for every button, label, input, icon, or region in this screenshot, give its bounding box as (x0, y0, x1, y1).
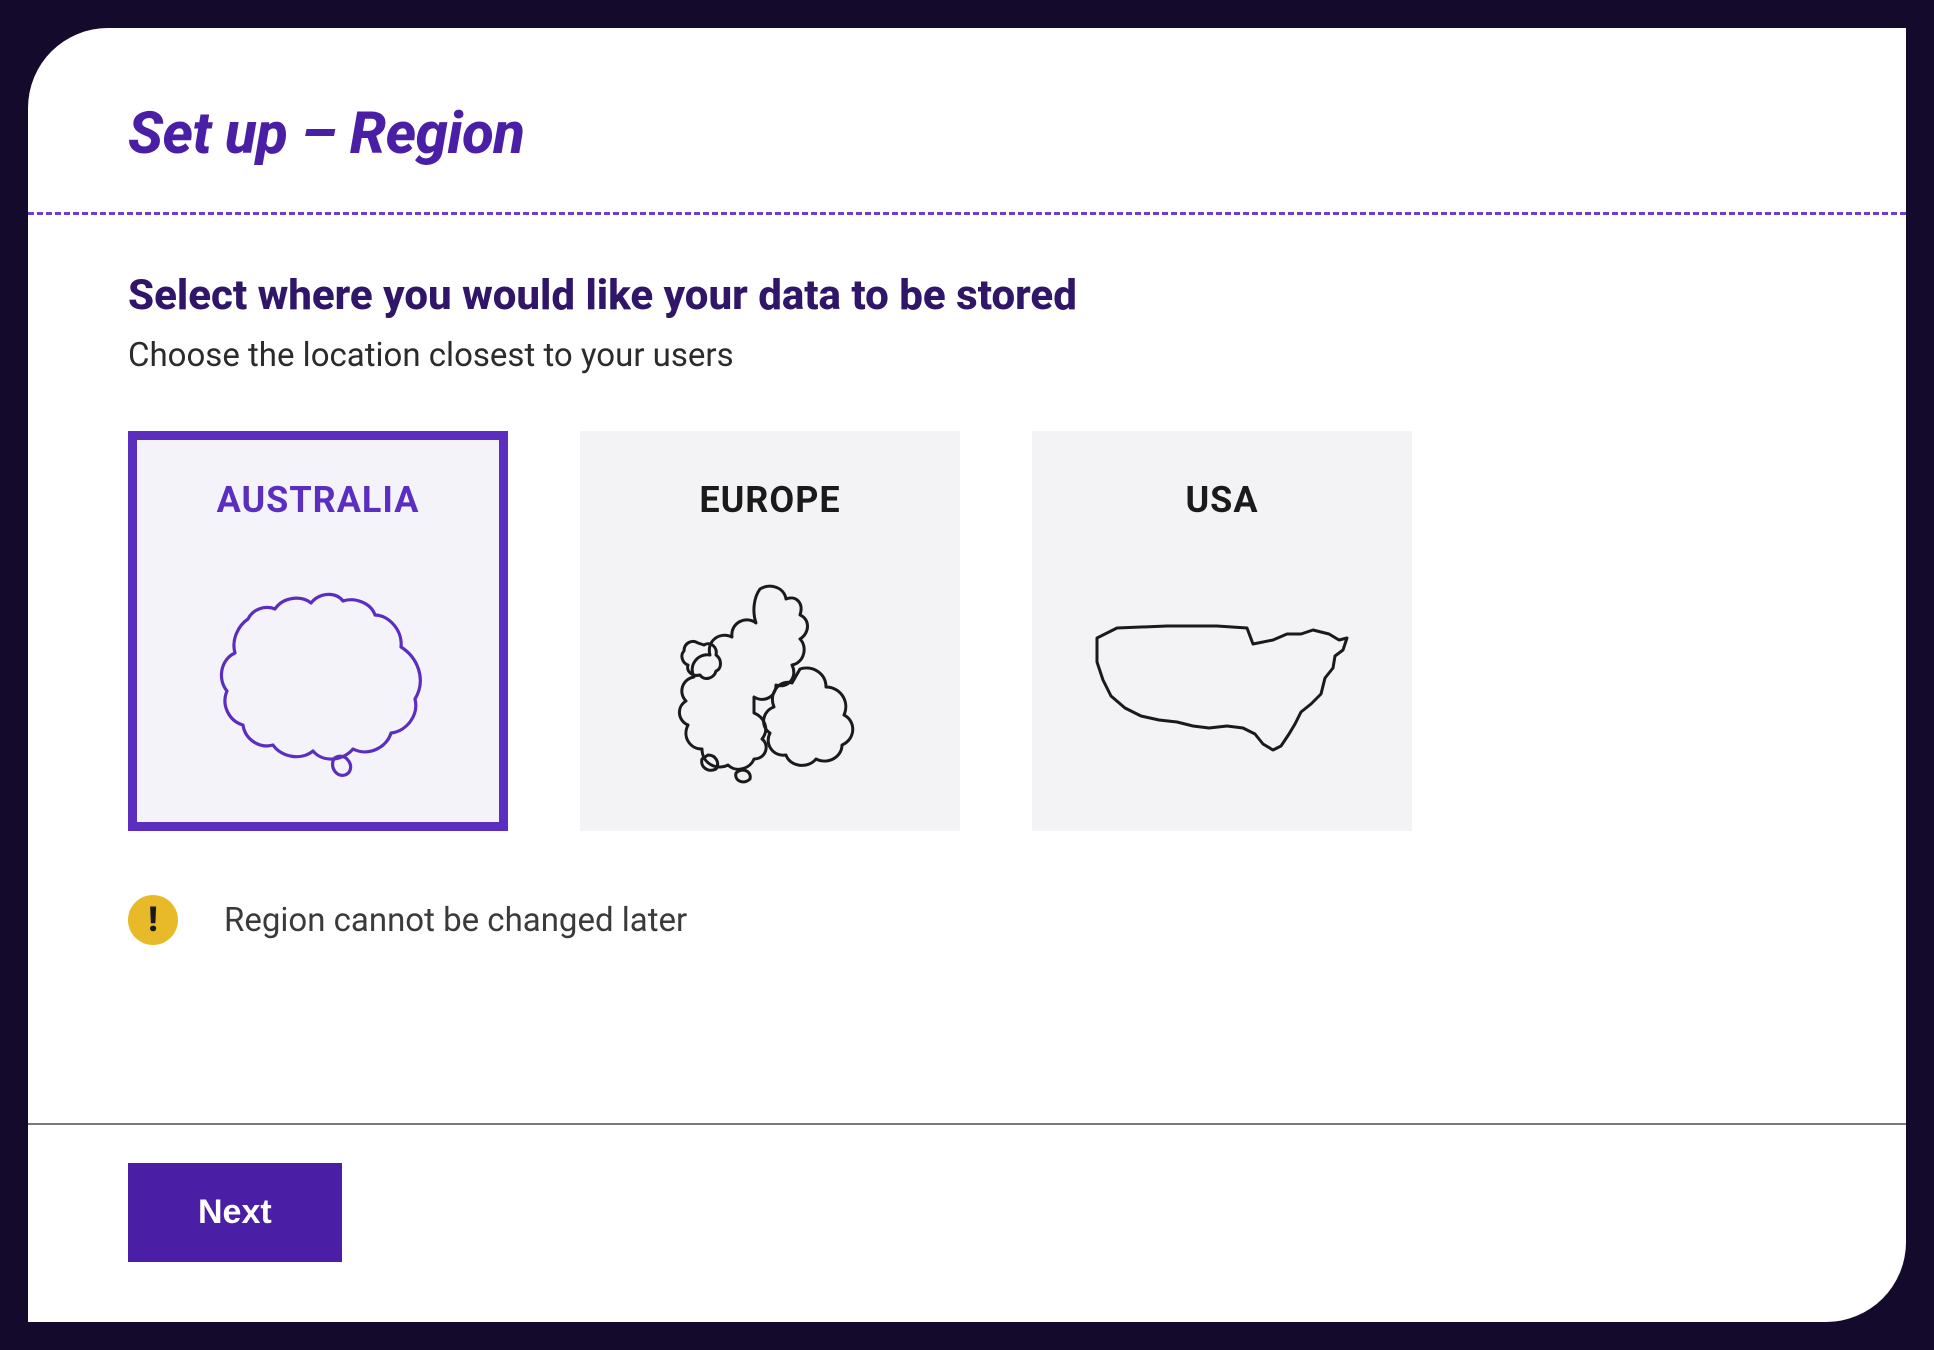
region-card-row: AUSTRALIA EUROPE (128, 431, 1806, 831)
europe-map-icon (580, 545, 960, 831)
region-card-usa[interactable]: USA (1032, 431, 1412, 831)
header: Set up – Region (28, 28, 1906, 212)
region-label: EUROPE (699, 479, 840, 521)
content-subtitle: Select where you would like your data to… (128, 271, 1806, 320)
setup-panel: Set up – Region Select where you would l… (28, 28, 1906, 1322)
content-description: Choose the location closest to your user… (128, 336, 1806, 375)
region-card-australia[interactable]: AUSTRALIA (128, 431, 508, 831)
region-card-europe[interactable]: EUROPE (580, 431, 960, 831)
warning-text: Region cannot be changed later (224, 901, 687, 940)
content: Select where you would like your data to… (28, 215, 1906, 1123)
next-button[interactable]: Next (128, 1163, 342, 1262)
region-label: USA (1185, 479, 1258, 521)
region-label: AUSTRALIA (217, 479, 420, 521)
australia-map-icon (137, 545, 499, 822)
usa-map-icon (1032, 545, 1412, 831)
page-title: Set up – Region (128, 100, 1806, 168)
warning-row: ! Region cannot be changed later (128, 895, 1806, 945)
warning-icon: ! (128, 895, 178, 945)
footer: Next (28, 1125, 1906, 1322)
